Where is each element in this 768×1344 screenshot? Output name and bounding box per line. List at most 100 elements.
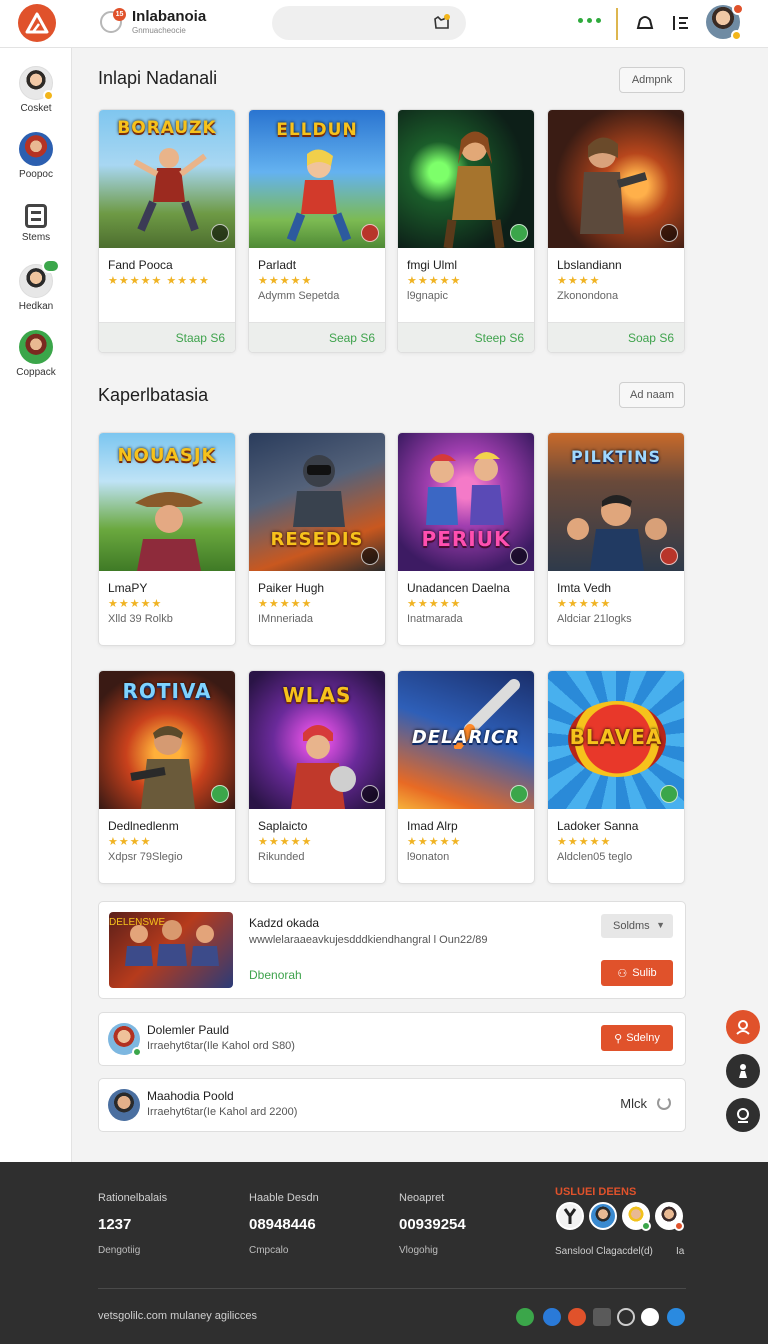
game-title: Saplaicto (258, 819, 308, 833)
more-icon[interactable] (578, 18, 601, 23)
rating-stars: ★★★★★ (557, 598, 612, 610)
section-action-button[interactable]: Ad naam (619, 382, 685, 408)
avatar (19, 66, 54, 101)
game-card[interactable]: BORAUZK Fand Pooca ★★★★★ ★★★★ Staap S6 (98, 109, 236, 353)
player-row[interactable]: Maahodia Poold Irraehyt6tar(Ie Kahol ard… (98, 1078, 686, 1132)
game-title: fmgi Ulml (407, 258, 457, 272)
game-thumbnail (548, 110, 684, 248)
price-label[interactable]: Staap S6 (176, 331, 225, 345)
users-icon: ⚇ (617, 967, 628, 980)
friends-count: Ia (676, 1246, 685, 1257)
player-status: Mlck (620, 1096, 647, 1111)
game-thumbnail: NOUASJK (99, 433, 235, 571)
player-description: Irraehyt6tar(Ie Kahol ard 2200) (147, 1106, 298, 1118)
game-card[interactable]: RESEDIS Paiker Hugh ★★★★★ IMnneriada (248, 432, 386, 646)
game-card[interactable]: NOUASJK LmaPY ★★★★★ Xlld 39 Rolkb (98, 432, 236, 646)
game-card[interactable]: DELARICR Imad Alrp ★★★★★ l9onaton (397, 670, 535, 884)
list-icon[interactable] (670, 12, 692, 34)
section-title: Kaperlbatasia (98, 385, 209, 405)
game-card[interactable]: PERIUK Unadancen Daelna ★★★★★ Inatmarada (397, 432, 535, 646)
friend-avatar[interactable] (622, 1202, 651, 1231)
avatar (19, 132, 53, 166)
game-card[interactable]: ROTIVA Dedlnedlenm ★★★★ Xdpsr 79Slegio (98, 670, 236, 884)
search-icon[interactable] (432, 13, 452, 33)
social-icon-2[interactable] (543, 1308, 561, 1326)
rating-stars: ★★★★★ (258, 598, 313, 610)
logo-icon[interactable] (18, 4, 56, 42)
game-title: Ladoker Sanna (557, 819, 639, 833)
profile-fab[interactable] (726, 1054, 760, 1088)
friend-avatar[interactable] (556, 1202, 584, 1230)
social-icon-7[interactable] (667, 1308, 685, 1326)
section-action-button[interactable]: Admpnk (619, 67, 685, 93)
social-icon-4[interactable] (593, 1308, 611, 1326)
social-icon-5[interactable] (617, 1308, 635, 1326)
sidebar-item-stems[interactable]: Stems (0, 200, 72, 243)
game-card[interactable]: WLAS Saplaicto ★★★★★ Rikunded (248, 670, 386, 884)
friend-avatar[interactable] (589, 1202, 617, 1230)
featured-item[interactable]: DELENSWE Kadzd okada wwwlelaraaeavkujesd… (98, 901, 686, 999)
add-friend-button[interactable]: ⚲ Sdelny (601, 1025, 673, 1051)
price-label[interactable]: Seap S6 (329, 331, 375, 345)
player-name: Dolemler Pauld (147, 1023, 230, 1037)
app-icon[interactable]: 15 (100, 8, 126, 33)
thumbnail-logo-text: ROTIVA (122, 679, 212, 703)
search-user-icon (737, 1108, 749, 1123)
price-label[interactable]: Steep S6 (475, 331, 524, 345)
thumbnail-logo-text: WLAS (282, 683, 352, 707)
platform-icon (361, 224, 379, 242)
support-icon (736, 1020, 750, 1035)
top-bar: 15 Inlabanoia Gnmuacheocie (0, 0, 768, 48)
sidebar-item-cosket[interactable]: Cosket (0, 66, 72, 114)
player-row[interactable]: Dolemler Pauld Irraehyt6tar(Ile Kahol or… (98, 1012, 686, 1066)
stat-heading: Neoapret (399, 1192, 445, 1204)
footer-stat: Neoapret 00939254 Vlogohig (399, 1192, 466, 1256)
game-thumbnail: PERIUK (398, 433, 534, 571)
game-meta: l9onaton (407, 851, 450, 863)
sidebar-item-label: Poopoc (19, 169, 53, 180)
featured-thumbnail: DELENSWE (109, 912, 233, 988)
sidebar-item-hedkan[interactable]: Hedkan (0, 259, 72, 312)
avatar (108, 1023, 142, 1057)
friend-avatar[interactable] (655, 1202, 684, 1231)
social-icon-6[interactable] (641, 1308, 659, 1326)
social-icon-1[interactable] (516, 1308, 534, 1326)
sort-select[interactable]: Soldms ▼ (601, 914, 673, 938)
avatar (108, 1089, 140, 1121)
search-fab[interactable] (726, 1098, 760, 1132)
player-description: Irraehyt6tar(Ile Kahol ord S80) (147, 1040, 295, 1052)
support-fab[interactable] (726, 1010, 760, 1044)
game-title: Paiker Hugh (258, 581, 325, 595)
sidebar-item-poopoc[interactable]: Poopoc (0, 132, 72, 180)
game-card[interactable]: fmgi Ulml ★★★★★ l9gnapic Steep S6 (397, 109, 535, 353)
game-thumbnail: BLAVEA (548, 671, 684, 809)
rating-stars: ★★★★★ (258, 275, 313, 287)
document-icon (25, 204, 47, 228)
platform-icon (361, 785, 379, 803)
game-meta: Xlld 39 Rolkb (108, 613, 173, 625)
sidebar-item-coppack[interactable]: Coppack (0, 330, 72, 378)
thumbnail-logo-text: BORAUZK (117, 118, 217, 138)
game-title: LmaPY (108, 581, 148, 595)
notification-badge: 15 (113, 8, 126, 21)
search-input[interactable] (272, 6, 466, 40)
thumbnail-logo-text: RESEDIS (270, 529, 364, 550)
notification-icon[interactable] (634, 12, 656, 34)
chevron-down-icon: ▼ (656, 920, 665, 930)
game-thumbnail: ROTIVA (99, 671, 235, 809)
game-thumbnail: RESEDIS (249, 433, 385, 571)
stat-value: 00939254 (399, 1216, 466, 1233)
featured-title: Kadzd okada (249, 916, 320, 930)
game-card[interactable]: ELLDUN Parladt ★★★★★ Adymm Sepetda Seap … (248, 109, 386, 353)
avatar (19, 330, 53, 364)
subscribe-button[interactable]: ⚇ Sulib (601, 960, 673, 986)
user-icon: ⚲ (614, 1032, 623, 1045)
price-label[interactable]: Soap S6 (628, 331, 674, 345)
game-card[interactable]: Lbslandiann ★★★★ Zkonondona Soap S6 (547, 109, 685, 353)
social-icon-3[interactable] (568, 1308, 586, 1326)
avatar (19, 259, 60, 298)
game-card[interactable]: BLAVEA Ladoker Sanna ★★★★★ Aldclen05 teg… (547, 670, 685, 884)
featured-link[interactable]: Dbenorah (249, 968, 302, 982)
game-card[interactable]: PILKTINS Imta Vedh ★★★★★ Aldciar 21logks (547, 432, 685, 646)
user-avatar[interactable] (706, 3, 744, 41)
